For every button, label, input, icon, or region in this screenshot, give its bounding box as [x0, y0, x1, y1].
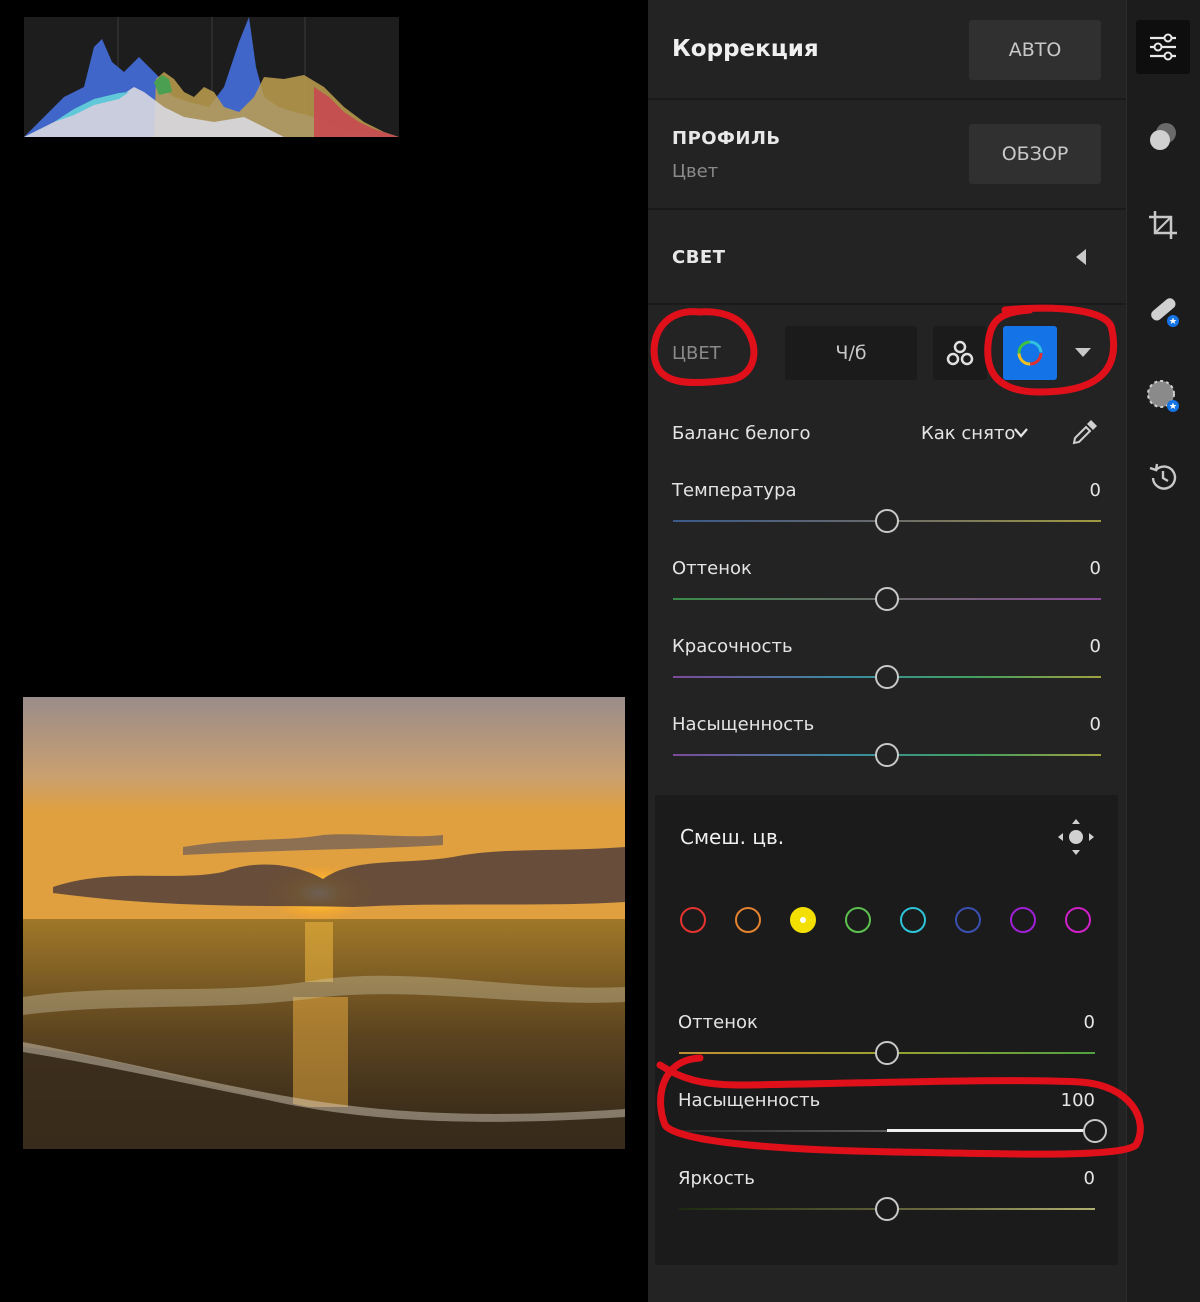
profile-value: Цвет — [672, 161, 719, 182]
healing-tool-button[interactable] — [1136, 284, 1190, 338]
slider-label: Оттенок — [672, 558, 752, 579]
color-wheel-icon — [1017, 340, 1043, 366]
panel-title: Коррекция — [672, 36, 819, 62]
light-section-label[interactable]: СВЕТ — [672, 247, 726, 268]
color-section-label[interactable]: ЦВЕТ — [672, 343, 721, 364]
color-grading-icon — [946, 340, 974, 366]
swatch-green[interactable] — [845, 907, 871, 933]
mask-icon — [1147, 380, 1179, 412]
collapse-caret-icon[interactable] — [1076, 249, 1088, 265]
photo-preview — [23, 697, 625, 1149]
slider-value[interactable]: 0 — [1034, 1012, 1095, 1033]
swatch-blue[interactable] — [955, 907, 981, 933]
sliders-icon — [1150, 33, 1176, 61]
history-tool-button[interactable] — [1136, 451, 1190, 505]
slider-label: Яркость — [678, 1168, 755, 1189]
white-balance-label: Баланс белого — [672, 423, 811, 444]
auto-button[interactable]: АВТО — [969, 20, 1101, 80]
crop-icon — [1149, 211, 1177, 239]
slider-value[interactable]: 100 — [1034, 1090, 1095, 1111]
slider-thumb[interactable] — [875, 665, 899, 689]
edit-tool-button[interactable] — [1136, 20, 1190, 74]
white-balance-select[interactable]: Как снято — [921, 423, 1015, 444]
slider-thumb[interactable] — [875, 509, 899, 533]
slider-thumb[interactable] — [1083, 1119, 1107, 1143]
masking-tool-button[interactable] — [1136, 369, 1190, 423]
selected-dot — [800, 917, 806, 923]
targeted-adjustment-icon[interactable] — [1057, 818, 1095, 856]
crop-tool-button[interactable] — [1136, 198, 1190, 252]
slider-thumb[interactable] — [875, 587, 899, 611]
swatch-aqua[interactable] — [900, 907, 926, 933]
color-grading-button[interactable] — [933, 326, 987, 380]
divider — [648, 98, 1126, 100]
slider-label: Температура — [672, 480, 797, 501]
swatch-magenta[interactable] — [1065, 907, 1091, 933]
slider-value[interactable]: 0 — [1040, 480, 1101, 501]
white-balance-value: Как снято — [921, 423, 1016, 444]
divider — [648, 303, 1126, 305]
slider-value[interactable]: 0 — [1040, 636, 1101, 657]
slider-label: Оттенок — [678, 1012, 758, 1033]
chevron-down-icon[interactable] — [1014, 428, 1028, 438]
presets-tool-button[interactable] — [1136, 110, 1190, 164]
slider-label: Насыщенность — [672, 714, 815, 735]
color-mask-icon — [1150, 123, 1176, 150]
bw-mode-button[interactable]: Ч/б — [785, 326, 917, 380]
color-mixer-title: Смеш. цв. — [680, 825, 785, 849]
history-icon — [1149, 463, 1177, 490]
dropdown-chevron-icon[interactable] — [1075, 348, 1091, 358]
slider-fill — [887, 1129, 1095, 1132]
tool-strip — [1126, 0, 1200, 1302]
healing-icon — [1151, 298, 1179, 327]
histogram — [24, 17, 399, 137]
swatch-yellow[interactable] — [790, 907, 816, 933]
profile-label: ПРОФИЛЬ — [672, 128, 781, 149]
slider-thumb[interactable] — [875, 1197, 899, 1221]
swatch-purple[interactable] — [1010, 907, 1036, 933]
color-mixer-button[interactable] — [1003, 326, 1057, 380]
slider-label: Насыщенность — [678, 1090, 821, 1111]
swatch-orange[interactable] — [735, 907, 761, 933]
slider-value[interactable]: 0 — [1034, 1168, 1095, 1189]
divider — [648, 208, 1126, 210]
swatch-red[interactable] — [680, 907, 706, 933]
slider-thumb[interactable] — [875, 743, 899, 767]
slider-label: Красочность — [672, 636, 793, 657]
slider-thumb[interactable] — [875, 1041, 899, 1065]
slider-value[interactable]: 0 — [1040, 558, 1101, 579]
browse-profiles-button[interactable]: ОБЗОР — [969, 124, 1101, 184]
slider-value[interactable]: 0 — [1040, 714, 1101, 735]
eyedropper-icon[interactable] — [1070, 419, 1098, 447]
